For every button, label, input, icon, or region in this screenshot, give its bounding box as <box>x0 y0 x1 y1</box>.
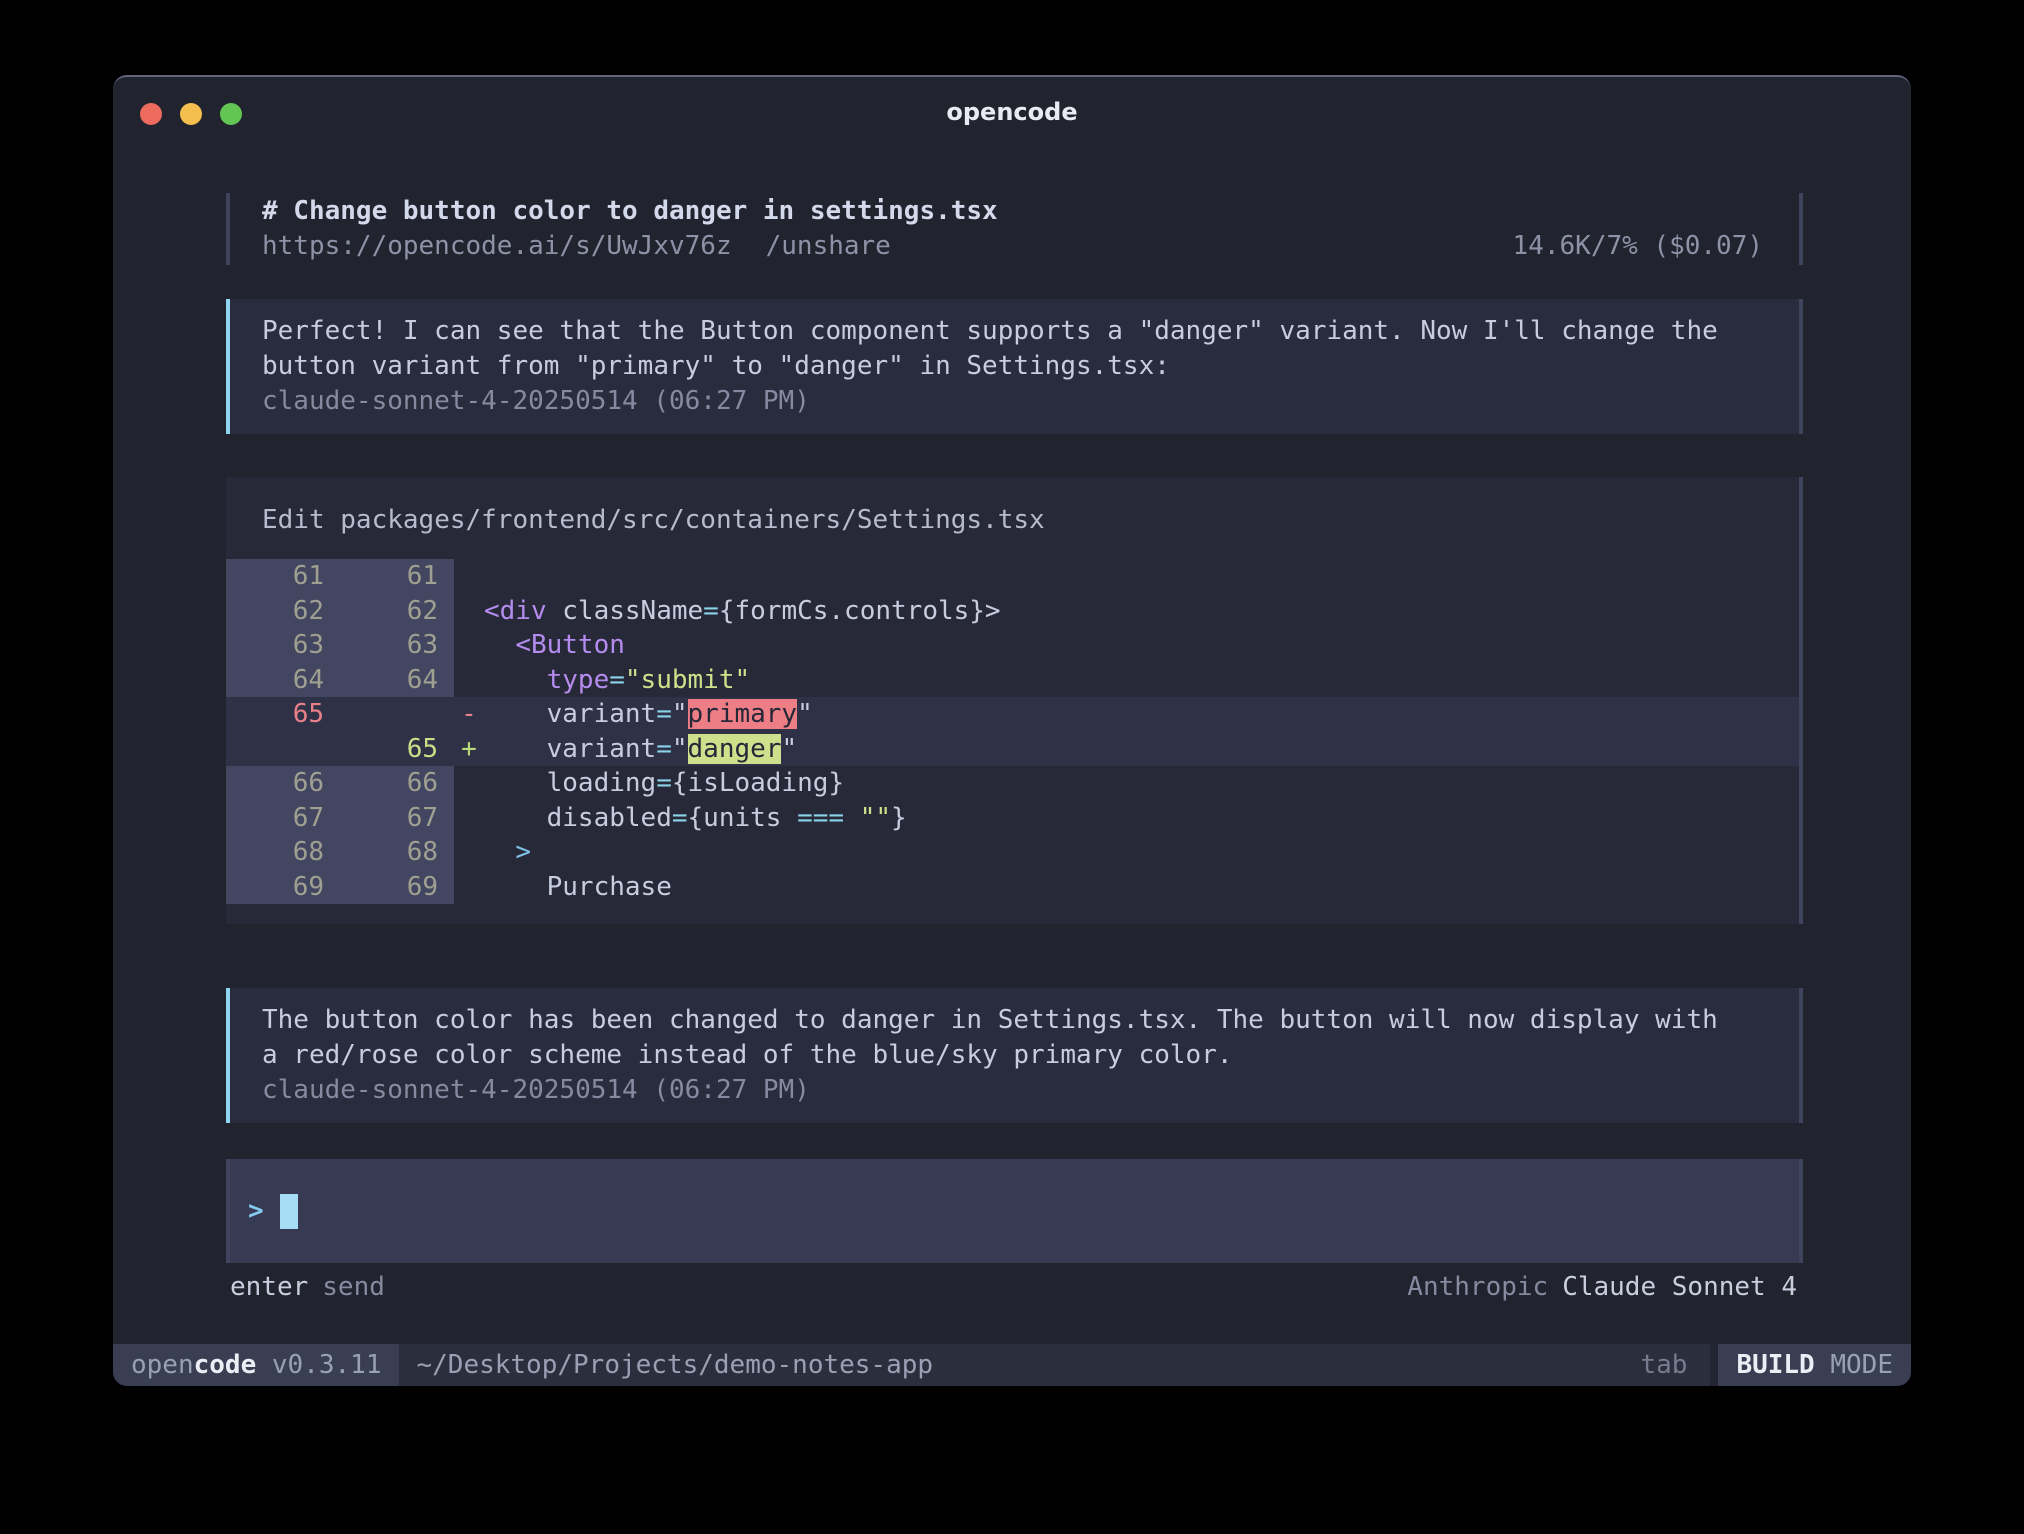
line-number-new: 68 <box>340 835 454 870</box>
message-text: a red/rose color scheme instead of the b… <box>262 1038 1763 1073</box>
mode-secondary: MODE <box>1830 1350 1893 1380</box>
diff-row: 6666 loading={isLoading} <box>226 766 1799 801</box>
close-button[interactable] <box>140 103 162 125</box>
line-number-old: 62 <box>226 594 340 629</box>
line-number-old: 61 <box>226 559 340 594</box>
statusbar-right: tab BUILD MODE <box>1640 1344 1911 1386</box>
code-line: <Button <box>484 630 1799 660</box>
hint-send-action: send <box>322 1270 385 1305</box>
diff-marker: - <box>454 699 484 729</box>
context-usage: 14.6K/7% ($0.07) <box>1513 229 1763 264</box>
diff-row: 6161 <box>226 559 1799 594</box>
line-number-old: 65 <box>226 697 340 732</box>
line-number-old <box>226 732 340 767</box>
line-number-new: 62 <box>340 594 454 629</box>
message-meta: claude-sonnet-4-20250514 (06:27 PM) <box>262 1073 1763 1108</box>
message-text: The button color has been changed to dan… <box>262 1003 1763 1038</box>
status-bar: opencode v0.3.11 ~/Desktop/Projects/demo… <box>113 1344 1911 1386</box>
app-name-open: open <box>131 1350 194 1380</box>
unshare-command[interactable]: /unshare <box>766 229 891 264</box>
code-line: Purchase <box>484 872 1799 902</box>
line-number-new: 64 <box>340 663 454 698</box>
prompt-symbol: > <box>248 1196 264 1226</box>
code-line: <div className={formCs.controls}> <box>484 596 1799 626</box>
message-meta: claude-sonnet-4-20250514 (06:27 PM) <box>262 384 1763 419</box>
mode-primary: BUILD <box>1736 1350 1814 1380</box>
session-header: # Change button color to danger in setti… <box>226 193 1803 265</box>
code-line: variant="primary" <box>484 699 1799 729</box>
message-text: Perfect! I can see that the Button compo… <box>262 314 1763 349</box>
model-indicator: Anthropic Claude Sonnet 4 <box>1407 1270 1797 1305</box>
code-line: disabled={units === ""} <box>484 803 1799 833</box>
hint-row: enter send Anthropic Claude Sonnet 4 <box>226 1270 1803 1305</box>
line-number-old: 63 <box>226 628 340 663</box>
session-title: # Change button color to danger in setti… <box>262 194 1763 229</box>
prompt-input[interactable]: > <box>226 1159 1803 1263</box>
model-name: Claude Sonnet 4 <box>1562 1270 1797 1305</box>
zoom-button[interactable] <box>220 103 242 125</box>
code-line: type="submit" <box>484 665 1799 695</box>
message-text: button variant from "primary" to "danger… <box>262 349 1763 384</box>
diff-row: 65 - variant="primary" <box>226 697 1799 732</box>
line-number-new: 66 <box>340 766 454 801</box>
app-version: v0.3.11 <box>272 1350 382 1380</box>
hint-enter-key: enter <box>230 1270 308 1305</box>
diff-marker: + <box>454 734 484 764</box>
diff-row: 65+ variant="danger" <box>226 732 1799 767</box>
traffic-lights <box>140 103 242 125</box>
mode-chip: BUILD MODE <box>1718 1344 1911 1386</box>
line-number-new: 67 <box>340 801 454 836</box>
text-cursor <box>280 1194 298 1229</box>
assistant-message: Perfect! I can see that the Button compo… <box>226 299 1803 434</box>
edit-tool-card: Edit packages/frontend/src/containers/Se… <box>226 477 1803 924</box>
line-number-old: 67 <box>226 801 340 836</box>
diff-row: 6464 type="submit" <box>226 663 1799 698</box>
line-number-new <box>340 697 454 732</box>
line-number-old: 68 <box>226 835 340 870</box>
line-number-new: 69 <box>340 870 454 905</box>
app-version-chip: opencode v0.3.11 <box>113 1344 399 1386</box>
code-line: > <box>484 837 1799 867</box>
edit-tool-header: Edit packages/frontend/src/containers/Se… <box>226 503 1799 538</box>
share-url[interactable]: https://opencode.ai/s/UwJxv76z <box>262 229 732 264</box>
line-number-old: 64 <box>226 663 340 698</box>
titlebar: opencode <box>113 77 1911 141</box>
app-name-code: code <box>194 1350 257 1380</box>
diff-row: 6262 <div className={formCs.controls}> <box>226 594 1799 629</box>
line-number-new: 63 <box>340 628 454 663</box>
session-meta: https://opencode.ai/s/UwJxv76z /unshare … <box>262 229 1763 264</box>
line-number-old: 66 <box>226 766 340 801</box>
cwd-path: ~/Desktop/Projects/demo-notes-app <box>416 1344 933 1386</box>
diff-row: 6363 <Button <box>226 628 1799 663</box>
mode-separator <box>1710 1344 1718 1386</box>
tab-hint: tab <box>1640 1344 1687 1386</box>
window-title: opencode <box>113 77 1911 147</box>
code-line: loading={isLoading} <box>484 768 1799 798</box>
minimize-button[interactable] <box>180 103 202 125</box>
line-number-new: 61 <box>340 559 454 594</box>
edit-file-path: packages/frontend/src/containers/Setting… <box>340 505 1044 535</box>
diff-table: 61616262 <div className={formCs.controls}… <box>226 559 1799 904</box>
diff-row: 6767 disabled={units === ""} <box>226 801 1799 836</box>
diff-row: 6969 Purchase <box>226 870 1799 905</box>
provider-name: Anthropic <box>1407 1270 1548 1305</box>
line-number-old: 69 <box>226 870 340 905</box>
line-number-new: 65 <box>340 732 454 767</box>
assistant-message: The button color has been changed to dan… <box>226 988 1803 1123</box>
edit-action-label: Edit <box>262 505 325 535</box>
code-line: variant="danger" <box>484 734 1799 764</box>
diff-row: 6868 > <box>226 835 1799 870</box>
terminal-window: opencode # Change button color to danger… <box>113 75 1911 1386</box>
